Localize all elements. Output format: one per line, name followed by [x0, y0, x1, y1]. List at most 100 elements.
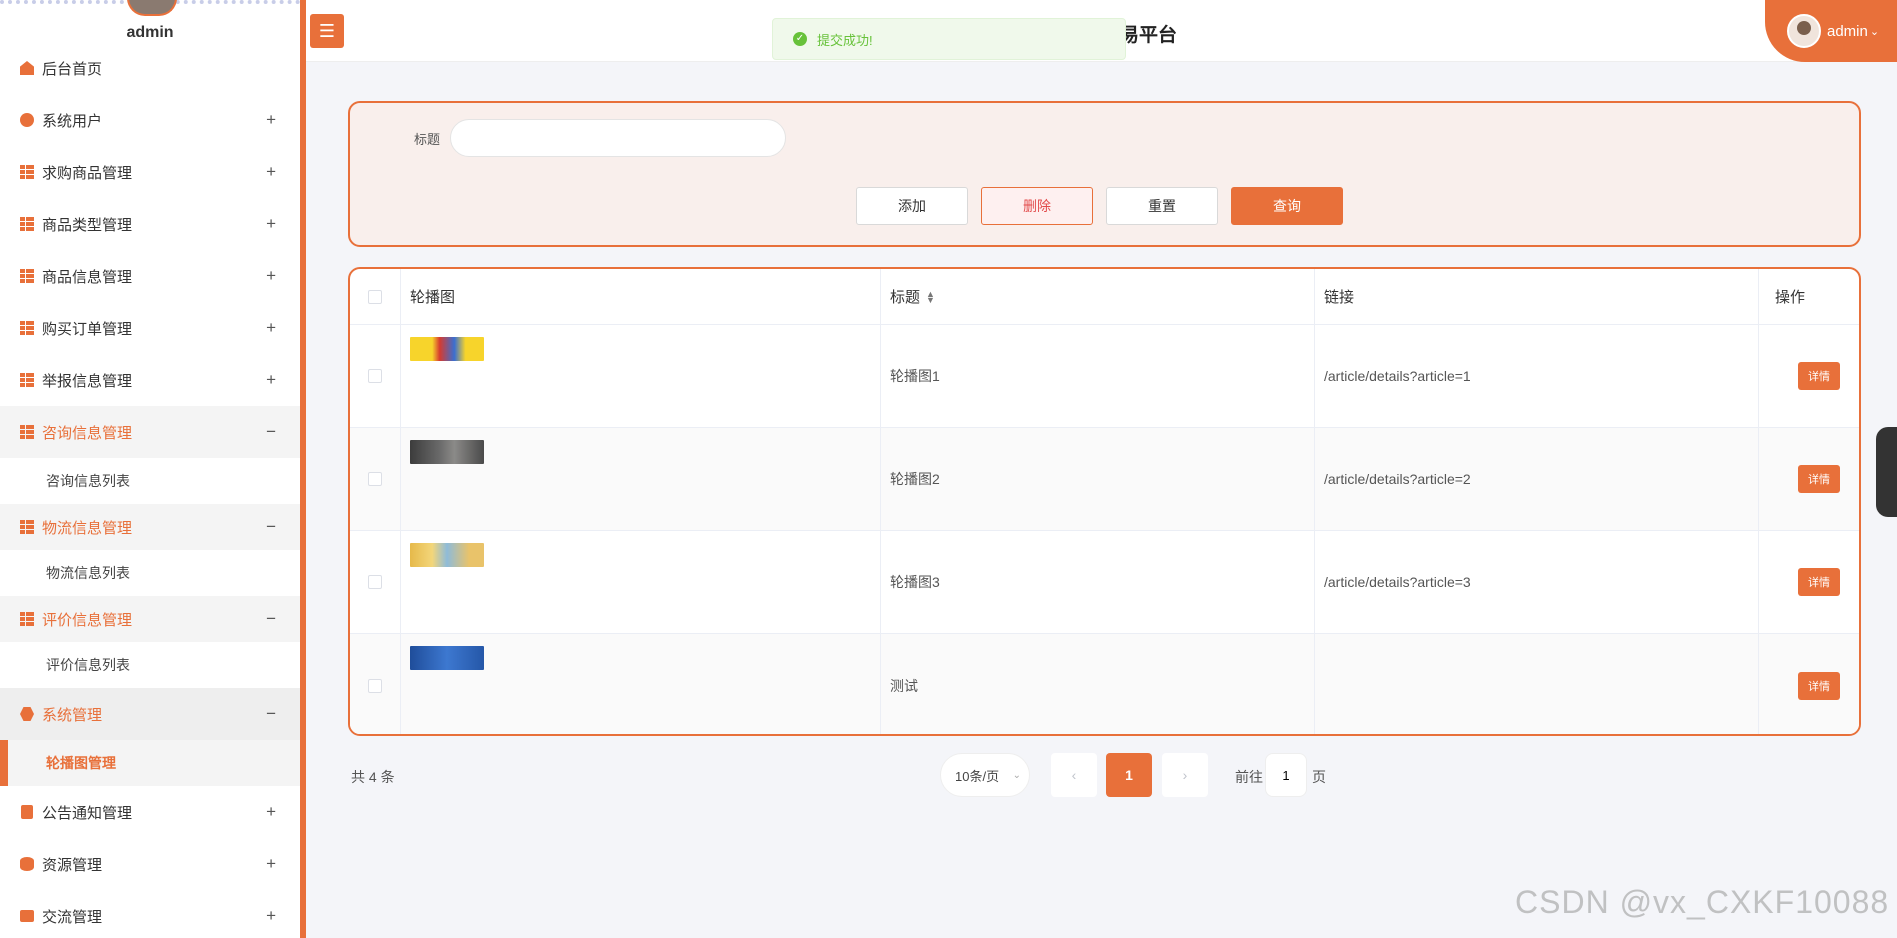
- column-header-image: 轮播图: [401, 269, 881, 324]
- goto-label: 前往: [1235, 769, 1263, 785]
- next-page-button[interactable]: ›: [1162, 753, 1208, 797]
- column-header-action: 操作: [1775, 289, 1806, 306]
- goto-page-input[interactable]: [1265, 753, 1307, 797]
- reset-button[interactable]: 重置: [1106, 187, 1218, 225]
- carousel-image-cell: [401, 531, 881, 633]
- sidebar-item-system-users[interactable]: 系统用户 +: [0, 94, 300, 146]
- expand-icon[interactable]: +: [266, 802, 276, 822]
- page-number-button[interactable]: 1: [1106, 753, 1152, 797]
- sidebar-item-system-management[interactable]: 系统管理 −: [0, 688, 300, 740]
- row-select-cell: [350, 634, 401, 734]
- row-action-cell: 详情: [1759, 325, 1859, 427]
- menu-toggle-button[interactable]: ☰: [310, 14, 344, 48]
- expand-icon[interactable]: +: [266, 318, 276, 338]
- sidebar-item-label: 系统管理: [42, 706, 103, 724]
- row-checkbox[interactable]: [368, 678, 382, 693]
- expand-icon[interactable]: +: [266, 266, 276, 286]
- carousel-link: /article/details?article=2: [1315, 428, 1759, 530]
- detail-button[interactable]: 详情: [1798, 465, 1840, 493]
- sidebar-item-label: 交流管理: [42, 908, 103, 926]
- sidebar-subitem-carousel[interactable]: 轮播图管理: [0, 740, 300, 786]
- sidebar-item-logistics[interactable]: 物流信息管理 −: [0, 504, 300, 550]
- query-button[interactable]: 查询: [1231, 187, 1343, 225]
- title-filter-input[interactable]: [450, 119, 786, 157]
- row-checkbox[interactable]: [368, 369, 382, 383]
- sidebar-item-resources[interactable]: 资源管理 +: [0, 838, 300, 890]
- database-icon: [20, 857, 34, 871]
- hamburger-icon: ☰: [318, 21, 336, 41]
- detail-button[interactable]: 详情: [1798, 362, 1840, 390]
- row-select-cell: [350, 428, 401, 530]
- grid-icon: [20, 321, 34, 335]
- title-filter-label: 标题: [414, 132, 441, 147]
- expand-icon[interactable]: +: [266, 854, 276, 874]
- sidebar-item-label: 资源管理: [42, 856, 103, 874]
- sidebar-subitem-logistics-list[interactable]: 物流信息列表: [0, 550, 300, 596]
- collapse-icon[interactable]: −: [266, 422, 276, 442]
- carousel-link: /article/details?article=1: [1315, 325, 1759, 427]
- sidebar-item-reports[interactable]: 举报信息管理 +: [0, 354, 300, 406]
- carousel-thumbnail[interactable]: [410, 543, 484, 567]
- detail-button[interactable]: 详情: [1798, 568, 1840, 596]
- sidebar-subitem-consult-list[interactable]: 咨询信息列表: [0, 458, 300, 504]
- page-size-value: 10条/页: [955, 768, 1000, 784]
- carousel-image-cell: [401, 634, 881, 734]
- collapse-icon[interactable]: −: [266, 609, 276, 629]
- carousel-thumbnail[interactable]: [410, 646, 484, 670]
- success-toast: ✓ 提交成功!: [772, 18, 1126, 60]
- carousel-link: [1315, 634, 1759, 734]
- add-button[interactable]: 添加: [856, 187, 968, 225]
- check-circle-icon: ✓: [793, 32, 807, 46]
- page-size-select[interactable]: 10条/页 ⌄: [940, 753, 1030, 797]
- sidebar-item-goods-type[interactable]: 商品类型管理 +: [0, 198, 300, 250]
- sidebar-item-reviews[interactable]: 评价信息管理 −: [0, 596, 300, 642]
- delete-button[interactable]: 删除: [981, 187, 1093, 225]
- row-action-cell: 详情: [1759, 634, 1859, 734]
- table-header-row: 轮播图 标题 ▲ ▼ 链接 操作: [350, 269, 1859, 325]
- sidebar: admin 后台首页 系统用户 + 求购商品管理 + 商品类型管理 + 商品信息…: [0, 0, 306, 938]
- sidebar-item-home[interactable]: 后台首页: [0, 42, 300, 94]
- expand-icon[interactable]: +: [266, 214, 276, 234]
- carousel-image-cell: [401, 428, 881, 530]
- sidebar-item-label: 物流信息管理: [42, 519, 133, 537]
- grid-icon: [20, 425, 34, 439]
- expand-icon[interactable]: +: [266, 110, 276, 130]
- prev-page-button[interactable]: ‹: [1051, 753, 1097, 797]
- column-header-title[interactable]: 标题 ▲ ▼: [881, 269, 1315, 324]
- grid-icon: [20, 165, 34, 179]
- sidebar-profile: admin: [0, 0, 300, 42]
- expand-icon[interactable]: +: [266, 370, 276, 390]
- detail-button[interactable]: 详情: [1798, 671, 1840, 700]
- sidebar-item-purchase-goods[interactable]: 求购商品管理 +: [0, 146, 300, 198]
- carousel-title: 轮播图3: [881, 531, 1315, 633]
- carousel-title: 轮播图2: [881, 428, 1315, 530]
- row-checkbox[interactable]: [368, 575, 382, 589]
- collapse-icon[interactable]: −: [266, 704, 276, 724]
- row-checkbox[interactable]: [368, 472, 382, 486]
- carousel-thumbnail[interactable]: [410, 440, 484, 464]
- floating-side-tab[interactable]: [1876, 427, 1897, 517]
- sidebar-item-communication[interactable]: 交流管理 +: [0, 890, 300, 938]
- sidebar-username: admin: [126, 24, 174, 41]
- carousel-thumbnail[interactable]: [410, 337, 484, 361]
- sidebar-item-goods-info[interactable]: 商品信息管理 +: [0, 250, 300, 302]
- row-action-cell: 详情: [1759, 428, 1859, 530]
- sort-icon[interactable]: ▲ ▼: [926, 289, 935, 304]
- grid-icon: [20, 520, 34, 534]
- grid-icon: [20, 269, 34, 283]
- sidebar-item-orders[interactable]: 购买订单管理 +: [0, 302, 300, 354]
- admin-avatar[interactable]: [127, 0, 177, 16]
- collapse-icon[interactable]: −: [266, 517, 276, 537]
- sidebar-item-consult[interactable]: 咨询信息管理 −: [0, 406, 300, 458]
- search-panel: 标题 添加 删除 重置 查询: [348, 101, 1861, 247]
- row-select-cell: [350, 531, 401, 633]
- carousel-title: 测试: [881, 634, 1315, 734]
- expand-icon[interactable]: +: [266, 162, 276, 182]
- sidebar-item-notices[interactable]: 公告通知管理 +: [0, 786, 300, 838]
- row-select-cell: [350, 325, 401, 427]
- carousel-table: 轮播图 标题 ▲ ▼ 链接 操作 轮播图1 /article/details?ar…: [348, 267, 1861, 736]
- expand-icon[interactable]: +: [266, 906, 276, 926]
- user-menu[interactable]: admin ⌄: [1765, 0, 1897, 62]
- select-all-checkbox[interactable]: [368, 289, 382, 304]
- sidebar-subitem-reviews-list[interactable]: 评价信息列表: [0, 642, 300, 688]
